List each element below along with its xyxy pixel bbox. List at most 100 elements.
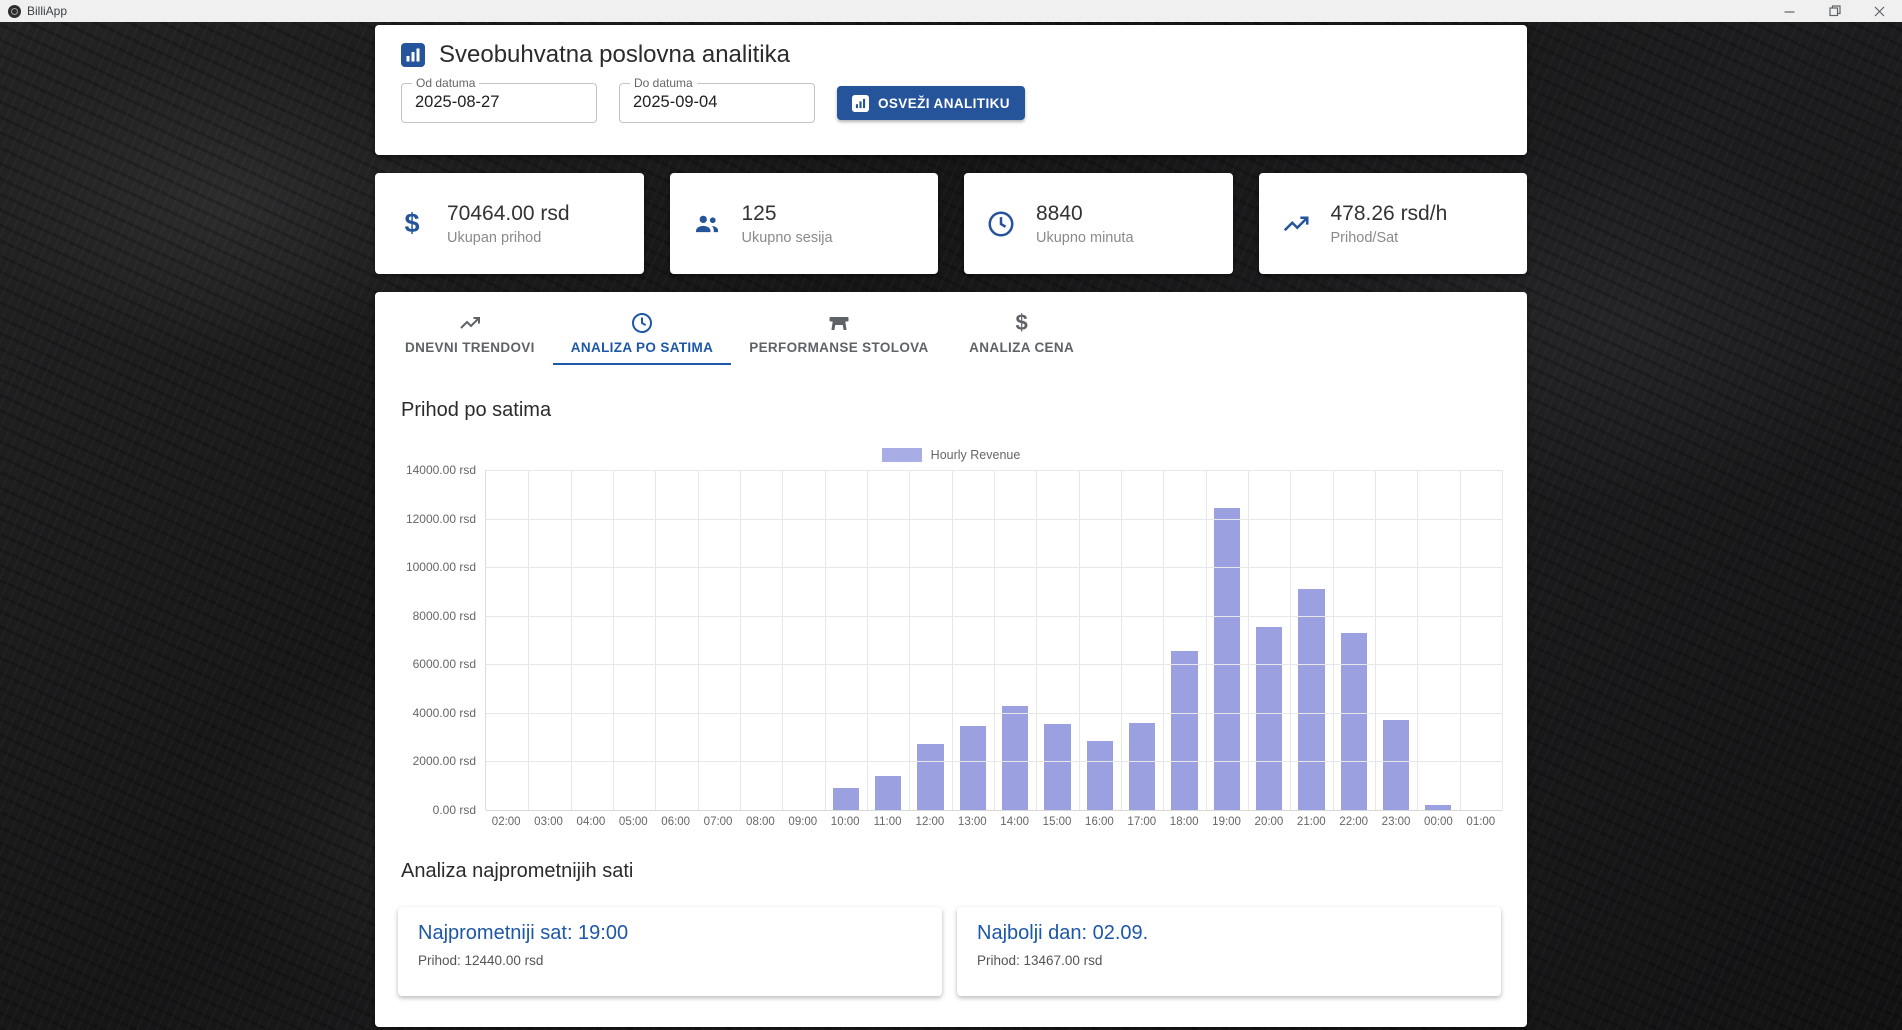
bar-slot	[698, 470, 740, 810]
stat-card-total-minutes: 8840 Ukupno minuta	[964, 173, 1233, 274]
v-gridline	[528, 470, 529, 810]
v-gridline	[1290, 470, 1291, 810]
tab-performanse-stolova[interactable]: PERFORMANSE STOLOVA	[731, 302, 946, 365]
best-day-title: Najbolji dan: 02.09.	[977, 922, 1481, 945]
stat-card-total-sessions: 125 Ukupno sesija	[670, 173, 939, 274]
bar-slot	[1417, 470, 1459, 810]
window-title: BilliApp	[27, 4, 67, 18]
x-tick-label: 04:00	[570, 816, 612, 828]
x-tick-label: 21:00	[1290, 816, 1332, 828]
bar-slot	[1460, 470, 1502, 810]
window-titlebar: BilliApp	[0, 0, 1902, 22]
revenue-bar-11:00[interactable]	[875, 776, 901, 810]
v-gridline	[571, 470, 572, 810]
bar-slot	[1036, 470, 1078, 810]
analytics-header-panel: Sveobuhvatna poslovna analitika Od datum…	[375, 25, 1527, 155]
stat-card-total-revenue: $ 70464.00 rsd Ukupan prihod	[375, 173, 644, 274]
v-gridline	[1417, 470, 1418, 810]
chart-plot-area	[485, 470, 1502, 810]
tab-label: PERFORMANSE STOLOVA	[749, 340, 928, 355]
x-tick-label: 06:00	[655, 816, 697, 828]
stat-label: Prihod/Sat	[1331, 230, 1448, 246]
stat-label: Ukupan prihod	[447, 230, 570, 246]
x-tick-label: 01:00	[1460, 816, 1502, 828]
page-title: Sveobuhvatna poslovna analitika	[439, 41, 790, 69]
table-icon	[827, 311, 851, 335]
x-tick-label: 15:00	[1036, 816, 1078, 828]
app-logo-icon	[8, 5, 21, 18]
revenue-bar-20:00[interactable]	[1256, 627, 1282, 810]
bar-slot	[867, 470, 909, 810]
v-gridline	[1375, 470, 1376, 810]
busiest-hours-title: Analiza najprometnijih sati	[401, 860, 1527, 883]
x-tick-label: 11:00	[866, 816, 908, 828]
bar-slot	[1375, 470, 1417, 810]
y-tick-label: 4000.00 rsd	[413, 706, 476, 720]
v-gridline	[1036, 470, 1037, 810]
best-day-revenue: Prihod: 13467.00 rsd	[977, 953, 1481, 968]
bar-slot	[655, 470, 697, 810]
x-tick-label: 19:00	[1205, 816, 1247, 828]
bar-slot	[528, 470, 570, 810]
revenue-bar-21:00[interactable]	[1298, 589, 1324, 810]
x-tick-label: 13:00	[951, 816, 993, 828]
x-tick-label: 23:00	[1375, 816, 1417, 828]
from-date-field[interactable]: Od datuma 2025-08-27	[401, 83, 597, 123]
v-gridline	[613, 470, 614, 810]
v-gridline	[909, 470, 910, 810]
x-tick-label: 16:00	[1078, 816, 1120, 828]
revenue-bar-12:00[interactable]	[917, 744, 943, 810]
revenue-bar-14:00[interactable]	[1002, 706, 1028, 810]
revenue-bar-23:00[interactable]	[1383, 720, 1409, 810]
v-gridline	[825, 470, 826, 810]
revenue-bar-18:00[interactable]	[1171, 651, 1197, 810]
analytics-main-panel: DNEVNI TRENDOVI ANALIZA PO SATIMA PERFOR…	[375, 292, 1527, 1027]
legend-swatch	[882, 448, 922, 462]
revenue-bar-19:00[interactable]	[1214, 508, 1240, 810]
maximize-icon	[1829, 5, 1841, 17]
v-gridline	[1333, 470, 1334, 810]
tab-dnevni-trendovi[interactable]: DNEVNI TRENDOVI	[387, 302, 553, 365]
tab-analiza-cena[interactable]: $ ANALIZA CENA	[947, 302, 1097, 365]
busiest-hour-card: Najprometniji sat: 19:00 Prihod: 12440.0…	[398, 907, 942, 996]
bar-slot	[1248, 470, 1290, 810]
bar-slot	[571, 470, 613, 810]
v-gridline	[952, 470, 953, 810]
v-gridline	[994, 470, 995, 810]
v-gridline	[1079, 470, 1080, 810]
bar-slot	[994, 470, 1036, 810]
revenue-bar-22:00[interactable]	[1341, 633, 1367, 810]
maximize-button[interactable]	[1812, 0, 1857, 22]
tab-analiza-po-satima[interactable]: ANALIZA PO SATIMA	[553, 302, 731, 365]
close-button[interactable]	[1857, 0, 1902, 22]
bar-slot	[1163, 470, 1205, 810]
v-gridline	[867, 470, 868, 810]
dollar-icon: $	[1016, 311, 1028, 335]
chart-y-axis: 14000.00 rsd12000.00 rsd10000.00 rsd8000…	[401, 470, 485, 810]
x-tick-label: 20:00	[1248, 816, 1290, 828]
minimize-button[interactable]	[1767, 0, 1812, 22]
v-gridline	[1248, 470, 1249, 810]
tab-label: ANALIZA PO SATIMA	[571, 340, 713, 355]
to-date-value: 2025-09-04	[633, 93, 717, 112]
bar-slot	[1079, 470, 1121, 810]
stat-value: 8840	[1036, 202, 1134, 226]
revenue-bar-10:00[interactable]	[833, 788, 859, 810]
refresh-analytics-button[interactable]: OSVEŽI ANALITIKU	[837, 86, 1025, 120]
revenue-bar-16:00[interactable]	[1087, 741, 1113, 810]
revenue-bar-15:00[interactable]	[1044, 724, 1070, 810]
revenue-bar-17:00[interactable]	[1129, 723, 1155, 810]
from-date-label: Od datuma	[412, 76, 479, 90]
bar-slot	[1333, 470, 1375, 810]
bar-slot	[1290, 470, 1332, 810]
stat-value: 478.26 rsd/h	[1331, 202, 1448, 226]
chart-title: Prihod po satima	[401, 399, 1527, 422]
x-tick-label: 10:00	[824, 816, 866, 828]
y-tick-label: 2000.00 rsd	[413, 754, 476, 768]
x-tick-label: 03:00	[527, 816, 569, 828]
revenue-bar-13:00[interactable]	[960, 726, 986, 810]
best-day-card: Najbolji dan: 02.09. Prihod: 13467.00 rs…	[957, 907, 1501, 996]
from-date-value: 2025-08-27	[415, 93, 499, 112]
v-gridline	[698, 470, 699, 810]
to-date-field[interactable]: Do datuma 2025-09-04	[619, 83, 815, 123]
